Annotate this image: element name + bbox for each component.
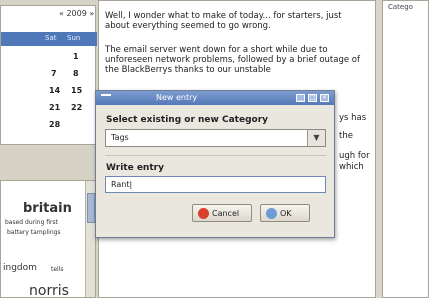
journal-text-fragment: which: [339, 162, 364, 172]
calendar-day[interactable]: 22: [71, 103, 82, 112]
entry-input[interactable]: Rant|: [105, 176, 326, 193]
ok-icon: [266, 208, 277, 219]
calendar-day[interactable]: 28: [49, 120, 60, 129]
ok-button[interactable]: OK: [260, 204, 310, 222]
cancel-button-label: Cancel: [212, 209, 240, 218]
dialog-title: New entry: [156, 93, 198, 102]
weekday-sat: Sat: [45, 34, 57, 42]
calendar-day[interactable]: 21: [49, 103, 60, 112]
calendar-weekday-header: Sat Sun: [1, 32, 97, 46]
tag[interactable]: based during first: [5, 219, 58, 226]
ok-button-label: OK: [280, 209, 292, 218]
journal-text-fragment: ys has: [339, 113, 367, 123]
calendar-year-nav[interactable]: « 2009 »: [59, 9, 94, 18]
calendar-day[interactable]: 8: [73, 69, 79, 78]
tag[interactable]: battery tamplings: [7, 229, 61, 236]
minimize-icon[interactable]: _: [296, 94, 305, 102]
entry-label: Write entry: [106, 163, 164, 173]
categories-header: Catego: [388, 3, 413, 11]
chevron-down-icon[interactable]: ▼: [307, 130, 325, 146]
journal-paragraph: Well, I wonder what to make of today... …: [105, 11, 342, 31]
calendar-day[interactable]: 7: [51, 69, 57, 78]
tag-cloud-panel: britain based during first battery tampl…: [0, 180, 96, 298]
tag[interactable]: ingdom: [3, 263, 37, 273]
calendar-day[interactable]: 15: [71, 86, 82, 95]
close-icon[interactable]: ×: [320, 94, 329, 102]
dialog-titlebar[interactable]: New entry _ □ ×: [96, 91, 334, 105]
calendar-day[interactable]: 14: [49, 86, 60, 95]
category-value: Tags: [111, 133, 129, 142]
weekday-sun: Sun: [67, 34, 81, 42]
new-entry-dialog: New entry _ □ × Select existing or new C…: [95, 90, 335, 238]
tag[interactable]: britain: [23, 201, 72, 216]
categories-panel: Catego: [382, 0, 429, 298]
journal-text-fragment: ugh for: [339, 151, 370, 161]
tag[interactable]: tells: [51, 266, 64, 273]
cancel-button[interactable]: Cancel: [192, 204, 252, 222]
category-label: Select existing or new Category: [106, 115, 268, 125]
journal-paragraph: The email server went down for a short w…: [105, 45, 360, 75]
tag[interactable]: norris: [29, 283, 69, 297]
divider: [105, 155, 326, 156]
scrollbar-thumb[interactable]: [87, 193, 95, 223]
calendar-day[interactable]: 1: [73, 52, 79, 61]
category-combobox[interactable]: Tags ▼: [105, 129, 326, 147]
cancel-icon: [198, 208, 209, 219]
calendar-panel: « 2009 » Sat Sun 1 7 8 14 15 21 22 28: [0, 5, 97, 145]
maximize-icon[interactable]: □: [308, 94, 317, 102]
window-menu-icon[interactable]: [101, 94, 111, 102]
journal-text-fragment: the: [339, 131, 353, 141]
app-window: « 2009 » Sat Sun 1 7 8 14 15 21 22 28 br…: [0, 0, 429, 298]
entry-value: Rant|: [111, 180, 133, 189]
